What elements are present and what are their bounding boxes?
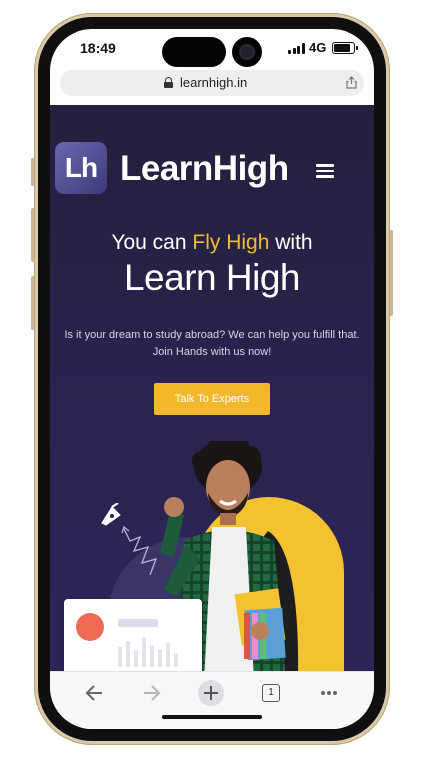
status-time: 18:49 [80,40,116,56]
address-bar[interactable]: learnhigh.in [60,70,364,96]
stats-card-bar [150,645,154,667]
back-arrow-icon[interactable] [80,678,110,708]
hamburger-menu-icon[interactable] [316,164,334,178]
stats-card-bar [118,647,122,667]
stats-card-bar [126,641,130,667]
stats-card-bar [174,653,178,667]
forward-arrow-icon[interactable] [136,678,166,708]
headline-suffix: with [269,231,313,254]
site-logo[interactable]: Lh [55,142,107,194]
network-type: 4G [309,40,327,55]
stats-card [64,599,202,671]
headline-line-1: You can Fly High with [50,231,374,255]
stats-card-bar [158,649,162,667]
stats-card-bar [166,643,170,667]
dynamic-island [162,37,226,67]
tab-count: 1 [262,684,280,702]
status-bar: 18:49 4G [50,29,374,67]
home-indicator [162,715,262,719]
battery-icon [332,42,358,54]
stats-card-avatar [76,613,104,641]
headline-highlight: Fly High [192,231,270,254]
lock-icon [164,77,173,88]
share-icon[interactable] [346,76,357,89]
stats-card-title-placeholder [118,619,158,627]
front-camera-icon [232,37,262,67]
url-text: learnhigh.in [180,75,248,90]
stats-card-bar [142,637,146,667]
stats-card-bar [134,651,138,667]
squiggle-arrow-icon [121,525,158,576]
talk-to-experts-button[interactable]: Talk To Experts [154,383,270,415]
new-tab-plus-icon[interactable] [196,678,226,708]
more-icon[interactable] [314,678,344,708]
signal-icon [288,43,306,54]
brand-name[interactable]: LearnHigh [120,149,289,189]
tabs-icon[interactable]: 1 [256,678,286,708]
logo-text: Lh [64,152,98,183]
headline-prefix: You can [111,231,193,254]
hero-subtext: Is it your dream to study abroad? We can… [64,329,360,358]
phone-screen: 18:49 4G learnhigh.in Lh LearnHigh You c… [50,29,374,729]
website-content: Lh LearnHigh You can Fly High with Learn… [50,105,374,671]
headline-main: Learn High [123,257,301,298]
browser-toolbar: 1 [50,671,374,729]
